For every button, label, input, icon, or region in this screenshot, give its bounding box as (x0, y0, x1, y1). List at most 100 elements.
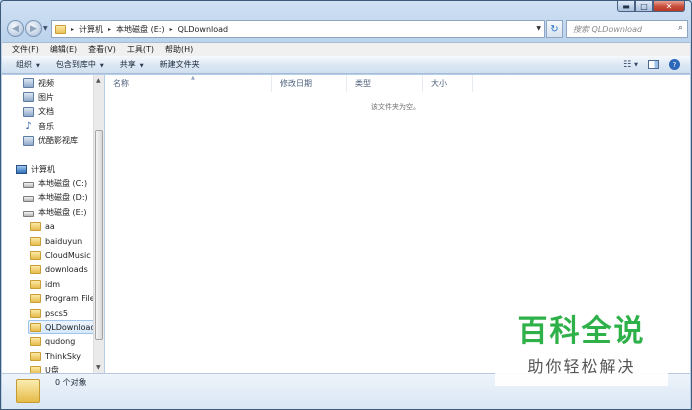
nav-item[interactable]: ♪ 音乐 (23, 119, 54, 133)
folder-icon (30, 351, 41, 361)
nav-item-pscs5[interactable]: pscs5 (30, 306, 68, 320)
help-icon[interactable]: ? (669, 59, 680, 70)
menu-edit[interactable]: 编辑(E) (50, 44, 77, 55)
organize-button[interactable]: 组织 ▼ (16, 59, 40, 70)
nav-item-label: 计算机 (31, 164, 55, 174)
forward-button[interactable]: ▶ (25, 20, 42, 37)
nav-item-label: CloudMusic (45, 250, 91, 260)
nav-item-label: baiduyun (45, 236, 83, 246)
nav-item[interactable]: 视频 (23, 76, 54, 90)
include-in-library-button[interactable]: 包含到库中 ▼ (56, 59, 104, 70)
nav-item-e[interactable]: 本地磁盘 (E:) (23, 205, 87, 219)
menu-file[interactable]: 文件(F) (12, 44, 39, 55)
refresh-button[interactable]: ↻ (546, 20, 563, 38)
breadcrumb-separator[interactable]: ▸ (108, 26, 111, 33)
forward-arrow-icon: ▶ (30, 23, 37, 34)
nav-item[interactable]: 图片 (23, 90, 54, 104)
library-icon (23, 78, 34, 88)
nav-item[interactable]: 文档 (23, 105, 54, 119)
close-button[interactable]: ✕ (653, 1, 685, 12)
breadcrumb-separator[interactable]: ▸ (71, 26, 74, 33)
nav-item-label: qudong (45, 337, 76, 347)
nav-item-label: 视频 (38, 78, 54, 88)
nav-item-label: 优酷影视库 (38, 136, 78, 146)
recent-pages-dropdown[interactable]: ▼ (43, 25, 48, 32)
folder-icon (30, 308, 41, 318)
drive-icon (23, 181, 34, 188)
maximize-button[interactable]: □ (635, 1, 653, 12)
nav-item-label: 音乐 (38, 121, 54, 131)
change-view-icon[interactable]: ☷ (623, 60, 631, 70)
chevron-down-icon: ▼ (36, 63, 40, 69)
chevron-down-icon: ▼ (139, 63, 144, 69)
nav-item-label: ThinkSky (45, 351, 82, 361)
scroll-thumb[interactable] (95, 130, 103, 340)
library-icon (23, 106, 34, 117)
nav-item-qldownload[interactable]: QLDownload (28, 320, 96, 335)
nav-item-label: Program Files (45, 294, 99, 304)
view-options-chevron-icon[interactable]: ▼ (634, 62, 638, 68)
sort-up-icon: ▲ (191, 75, 195, 81)
refresh-icon: ↻ (550, 23, 559, 35)
breadcrumb-separator[interactable]: ▸ (170, 26, 173, 33)
nav-item[interactable]: 优酷影视库 (23, 134, 78, 148)
new-folder-button[interactable]: 新建文件夹 (160, 59, 200, 70)
nav-item[interactable]: 计算机 (16, 162, 55, 176)
folder-icon (30, 236, 41, 246)
nav-item-u[interactable]: U盘 (30, 364, 59, 373)
menu-view[interactable]: 查看(V) (88, 44, 116, 55)
back-button[interactable]: ◀ (7, 20, 24, 37)
nav-item-cloudmusic[interactable]: CloudMusic (30, 248, 91, 262)
watermark-logo: 百科全说 助你轻松解决 (495, 302, 668, 386)
nav-item-label: U盘 (45, 366, 59, 373)
nav-item-label: 本地磁盘 (D:) (38, 193, 88, 203)
scroll-down-icon[interactable]: ▼ (96, 364, 101, 371)
share-button[interactable]: 共享 ▼ (120, 59, 144, 70)
column-name[interactable]: 名称 (105, 75, 272, 92)
empty-folder-message: 该文件夹为空。 (371, 103, 420, 111)
column-date-modified[interactable]: 修改日期 (272, 75, 347, 92)
breadcrumb-qldownload[interactable]: QLDownload (178, 25, 229, 34)
column-type[interactable]: 类型 (347, 75, 423, 92)
explorer-window: ▬ □ ✕ ◀ ▶ ▼ ▸ 计算机 ▸ 本地磁盘 (E:) ▸ QLDownlo… (0, 0, 692, 410)
nav-item-aa[interactable]: aa (30, 220, 55, 234)
address-bar[interactable]: ▸ 计算机 ▸ 本地磁盘 (E:) ▸ QLDownload ▼ (51, 20, 545, 38)
nav-item-label: downloads (45, 265, 88, 275)
folder-icon (16, 379, 40, 403)
minimize-button[interactable]: ▬ (617, 1, 635, 12)
breadcrumb-drive-e[interactable]: 本地磁盘 (E:) (116, 24, 165, 35)
nav-item-c[interactable]: 本地磁盘 (C:) (23, 176, 87, 190)
nav-item-qudong[interactable]: qudong (30, 335, 75, 349)
nav-item-program-files[interactable]: Program Files (30, 292, 99, 306)
column-size[interactable]: 大小 (423, 75, 473, 92)
address-dropdown-icon[interactable]: ▼ (536, 25, 541, 32)
nav-item-idm[interactable]: idm (30, 277, 60, 291)
nav-item-baiduyun[interactable]: baiduyun (30, 234, 82, 248)
search-input[interactable] (573, 24, 671, 34)
scroll-up-icon[interactable]: ▲ (96, 77, 101, 84)
nav-item-thinksky[interactable]: ThinkSky (30, 349, 81, 363)
menu-help[interactable]: 帮助(H) (165, 44, 193, 55)
caption-buttons: ▬ □ ✕ (617, 1, 685, 12)
music-icon: ♪ (25, 120, 32, 132)
command-bar: 组织 ▼ 包含到库中 ▼ 共享 ▼ 新建文件夹 ☷ ▼ ? (2, 56, 690, 74)
folder-icon (30, 265, 41, 275)
organize-label: 组织 (16, 60, 32, 69)
library-icon (23, 135, 34, 146)
menu-tools[interactable]: 工具(T) (127, 44, 154, 55)
menu-bar: 文件(F) 编辑(E) 查看(V) 工具(T) 帮助(H) (2, 42, 690, 56)
search-box: ⌕ (566, 20, 688, 38)
navigation-pane: 视频图片文档 ♪ 音乐优酷影视库计算机本地磁盘 (C:) 本地磁盘 (D:) 本地磁盘 … (2, 75, 104, 373)
preview-pane-icon[interactable] (648, 60, 659, 69)
watermark-title: 百科全说 (517, 314, 646, 349)
nav-item-d[interactable]: 本地磁盘 (D:) (23, 191, 88, 205)
nav-item-downloads[interactable]: downloads (30, 263, 88, 277)
nav-item-label: 文档 (38, 107, 54, 117)
item-count: 0 个对象 (55, 378, 87, 387)
folder-icon (30, 250, 41, 260)
search-icon[interactable]: ⌕ (678, 23, 683, 33)
folder-icon (30, 366, 41, 373)
nav-scrollbar[interactable]: ▲ ▼ (93, 75, 104, 373)
drive-icon (23, 196, 34, 203)
breadcrumb-computer[interactable]: 计算机 (79, 24, 103, 35)
